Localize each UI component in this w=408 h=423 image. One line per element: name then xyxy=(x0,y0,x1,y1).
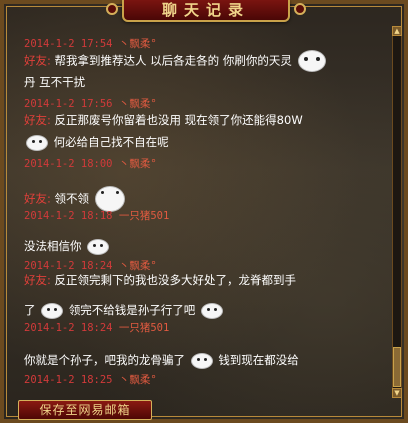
emoticon-icon xyxy=(297,50,326,72)
message-text-continued: 了 领完不给钱是孙子行了吧 xyxy=(24,302,225,319)
sender-tag: 好友: xyxy=(24,53,51,68)
window-title: 聊天记录 xyxy=(161,1,250,19)
message-meta: 2014-1-2 18:24 丶飘柔° xyxy=(24,258,157,273)
sender-tag: 好友: xyxy=(24,113,51,127)
message-body: 你就是个孙子，吧我的龙骨骗了 xyxy=(24,353,185,367)
message-body: 丹 互不干扰 xyxy=(24,75,86,89)
message-body: 反正领完剩下的我也没多大好处了，龙脊都到手 xyxy=(54,273,297,287)
message-text-continued: 何必给自己找不自在呢 xyxy=(24,134,169,151)
message-text: 没法相信你 xyxy=(24,238,111,255)
scroll-up-icon[interactable]: ▲ xyxy=(392,26,402,36)
message-sender[interactable]: 一只猪501 xyxy=(119,322,169,334)
message-sender[interactable]: 丶飘柔° xyxy=(119,38,157,50)
message-body: 钱到现在都没给 xyxy=(218,353,299,367)
message-text: 你就是个孙子，吧我的龙骨骗了 钱到现在都没给 xyxy=(24,352,299,369)
window-title-plaque: 聊天记录 xyxy=(106,0,306,22)
message-meta: 2014-1-2 17:56 丶飘柔° xyxy=(24,96,157,111)
message-body: 领完不给钱是孙子行了吧 xyxy=(68,303,196,317)
message-sender[interactable]: 丶飘柔° xyxy=(119,158,157,170)
message-time: 2014-1-2 17:56 xyxy=(24,98,113,110)
message-body: 反正那废号你留着也没用 现在领了你还能得80W xyxy=(54,113,303,127)
emoticon-icon xyxy=(190,352,213,369)
emoticon-icon xyxy=(87,238,110,255)
message-text: 好友: 反正领完剩下的我也没多大好处了，龙脊都到手 xyxy=(24,272,296,288)
scroll-down-icon[interactable]: ▼ xyxy=(392,388,402,398)
emoticon-icon xyxy=(26,134,48,151)
message-time: 2014-1-2 18:25 xyxy=(24,374,113,386)
chat-scrollbar[interactable]: ▲ ▼ xyxy=(392,26,402,398)
sender-tag: 好友: xyxy=(24,191,51,206)
message-text: 好友: 帮我拿到推荐达人 以后各走各的 你刷你的天灵 xyxy=(24,50,328,72)
message-time: 2014-1-2 18:24 xyxy=(24,260,113,272)
message-body: 领不领 xyxy=(54,191,90,206)
message-sender[interactable]: 丶飘柔° xyxy=(119,98,157,110)
message-meta: 2014-1-2 18:24 一只猪501 xyxy=(24,320,169,335)
message-text: 好友: 反正那废号你留着也没用 现在领了你还能得80W xyxy=(24,112,303,128)
message-text-continued: 丹 互不干扰 xyxy=(24,74,85,90)
sender-tag: 好友: xyxy=(24,273,51,287)
scroll-thumb[interactable] xyxy=(393,347,401,387)
emoticon-icon xyxy=(41,302,64,319)
message-sender[interactable]: 丶飘柔° xyxy=(119,374,157,386)
message-sender[interactable]: 丶飘柔° xyxy=(119,260,157,272)
ornament-icon xyxy=(106,3,118,15)
message-time: 2014-1-2 18:00 xyxy=(24,158,113,170)
save-to-netease-mail-button[interactable]: 保存至网易邮箱 xyxy=(18,400,152,420)
message-body: 帮我拿到推荐达人 以后各走各的 你刷你的天灵 xyxy=(54,53,292,68)
message-meta: 2014-1-2 18:18 一只猪501 xyxy=(24,208,169,223)
message-meta: 2014-1-2 17:54 丶飘柔° xyxy=(24,36,157,51)
message-meta: 2014-1-2 18:25 丶飘柔° xyxy=(24,372,157,387)
message-time: 2014-1-2 18:18 xyxy=(24,210,113,222)
message-meta: 2014-1-2 18:00 丶飘柔° xyxy=(24,156,157,171)
emoticon-icon xyxy=(200,302,223,319)
message-body: 没法相信你 xyxy=(24,239,82,253)
chat-message-list[interactable]: 2014-1-2 17:54 丶飘柔° 好友: 帮我拿到推荐达人 以后各走各的 … xyxy=(24,26,384,396)
message-body: 了 xyxy=(24,303,36,317)
message-body: 何必给自己找不自在呢 xyxy=(53,135,169,149)
message-sender[interactable]: 一只猪501 xyxy=(119,210,169,222)
message-time: 2014-1-2 17:54 xyxy=(24,38,113,50)
ornament-icon xyxy=(294,3,306,15)
message-time: 2014-1-2 18:24 xyxy=(24,322,113,334)
